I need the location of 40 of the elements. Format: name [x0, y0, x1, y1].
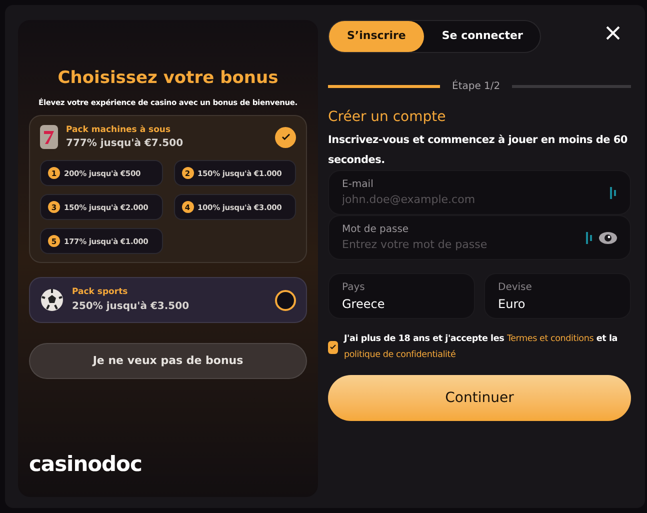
field-value: Greece — [342, 296, 386, 312]
terms-link[interactable]: Termes et conditions — [506, 334, 594, 344]
tab[interactable]: S’inscrire — [329, 21, 424, 52]
slot-reel-icon — [40, 125, 58, 150]
text-input[interactable]: john.doe@example.com — [342, 192, 610, 208]
field-value: Euro — [498, 296, 526, 312]
pack-name: Pack sports — [72, 286, 129, 299]
pack-name: Pack machines à sous — [66, 124, 172, 136]
panel-title: Choisissez votre bonus — [56, 67, 280, 90]
text-input[interactable]: Entrez votre mot de passe — [342, 236, 586, 254]
bonus-pack-card[interactable]: Pack sports 250% jusqu'à €3.500 — [29, 277, 307, 323]
no-bonus-button[interactable]: Je ne veux pas de bonus — [29, 343, 307, 379]
key-icon — [586, 232, 593, 244]
pack-offer: 777% jusqu'à €7.500 — [66, 137, 184, 152]
input-field[interactable]: E-mail john.doe@example.com — [328, 170, 631, 215]
input-field[interactable]: Mot de passe Entrez votre mot de passe — [328, 215, 631, 260]
terms-link[interactable]: politique de confidentialité — [344, 350, 456, 360]
field-label: Pays — [342, 280, 366, 294]
field-label: Mot de passe — [342, 222, 410, 237]
checkbox[interactable] — [328, 340, 338, 354]
select-field[interactable]: Devise Euro — [484, 273, 631, 319]
check-icon — [330, 344, 336, 350]
key-icon — [610, 186, 617, 198]
field-label: E-mail — [342, 178, 374, 192]
casinodoc-logo: casinodoc — [29, 450, 143, 478]
radio-button[interactable] — [275, 126, 296, 148]
check-icon — [282, 134, 290, 140]
field-label: Devise — [498, 280, 533, 294]
tab[interactable]: Se connecter — [424, 21, 541, 52]
select-field[interactable]: Pays Greece — [328, 273, 475, 319]
form-heading: Créer un compte — [328, 108, 447, 127]
radio-button[interactable] — [275, 290, 296, 311]
soccer-ball-icon — [40, 288, 64, 312]
consent-text: J'ai plus de 18 ans et j'accepte les Termes et conditions et la politique de confidentialité — [344, 333, 619, 362]
continue-button[interactable]: Continuer — [328, 375, 631, 421]
step-label: Étape 1/2 — [440, 80, 512, 93]
pack-offer: 250% jusqu'à €3.500 — [72, 300, 190, 314]
close-icon[interactable] — [605, 25, 621, 41]
eye-icon[interactable] — [599, 230, 617, 244]
form-description: Inscrivez-vous et commencez à jouer en moins de 60 secondes. — [328, 133, 628, 168]
